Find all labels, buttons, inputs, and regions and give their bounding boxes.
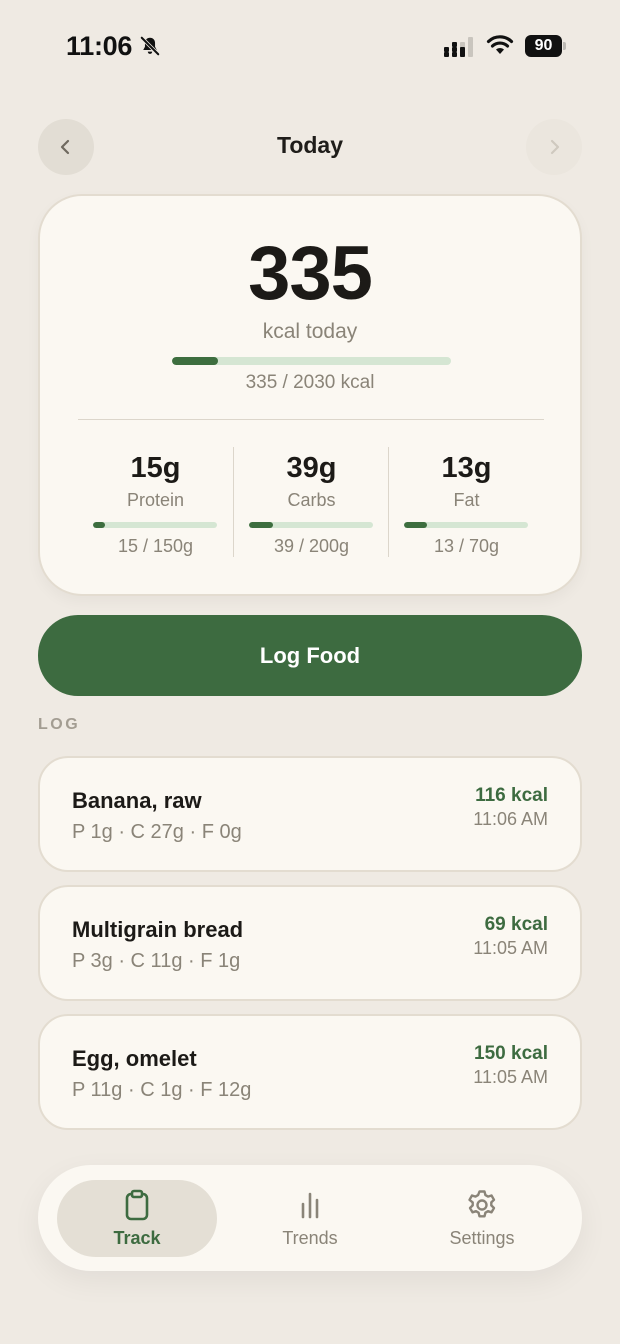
battery-level: 90 [525,35,562,57]
macro-progress-fill [404,522,428,528]
entry-food-name: Banana, raw [72,788,202,813]
previous-day-button[interactable] [38,119,94,175]
macro-progress-fill [249,522,274,528]
cellular-signal-icon [444,37,473,57]
bell-slash-icon [140,36,160,56]
kcal-total: 335 [248,231,373,316]
calorie-summary-card: 335 kcal today 335 / 2030 kcal 15g Prote… [38,194,582,596]
entry-time: 11:05 AM [473,938,548,958]
log-entry[interactable]: Banana, raw P 1g · C 27g · F 0g 116 kcal… [38,756,582,872]
macro-progress-bar [404,522,528,528]
log-entry[interactable]: Egg, omelet P 11g · C 1g · F 12g 150 kca… [38,1014,582,1130]
tab-bar: Track Trends Settings [38,1165,582,1271]
clipboard-icon [125,1189,149,1221]
entry-food-name: Multigrain bread [72,917,244,942]
tab-trends[interactable]: Trends [230,1180,390,1257]
macro-value: 13g [441,452,492,484]
entry-food-name: Egg, omelet [72,1046,197,1071]
kcal-label: kcal today [262,320,358,343]
macro-progress-text: 13 / 70g [433,536,500,556]
battery-cap [563,42,566,50]
macro-value: 15g [130,452,181,484]
macro-fat: 13g Fat 13 / 70g [389,448,544,558]
entry-macros: P 3g · C 11g · F 1g [72,950,241,972]
entry-macros: P 11g · C 1g · F 12g [72,1079,252,1101]
bar-chart-icon [301,1192,319,1219]
kcal-progress-text: 335 / 2030 kcal [245,372,375,393]
chevron-left-icon [60,139,70,155]
status-bar: 11:06 90 [0,0,620,92]
log-food-button[interactable]: Log Food [38,615,582,696]
macro-progress-text: 15 / 150g [117,536,194,556]
tab-label: Trends [282,1228,338,1248]
page-title: Today [276,132,344,158]
tab-settings[interactable]: Settings [402,1180,562,1257]
log-entry[interactable]: Multigrain bread P 3g · C 11g · F 1g 69 … [38,885,582,1001]
macro-value: 39g [286,452,337,484]
wifi-icon [486,35,514,54]
macro-progress-text: 39 / 200g [273,536,350,556]
entry-macros: P 1g · C 27g · F 0g [72,821,242,843]
entry-kcal: 69 kcal [484,914,548,935]
kcal-progress-bar [172,357,451,365]
tab-track[interactable]: Track [57,1180,217,1257]
macro-name: Protein [126,490,185,510]
card-divider [78,419,544,420]
log-section-heading: LOG [38,716,81,733]
gear-icon [468,1190,496,1218]
status-time: 11:06 [66,31,133,61]
macro-name: Carbs [287,490,336,510]
entry-kcal: 116 kcal [475,785,548,806]
battery-indicator: 90 [525,35,566,57]
entry-kcal: 150 kcal [474,1043,548,1064]
macro-progress-fill [93,522,106,528]
tab-label: Track [113,1228,161,1248]
chevron-right-icon [550,139,560,155]
tab-label: Settings [449,1228,515,1248]
entry-time: 11:05 AM [473,1067,548,1087]
next-day-button[interactable] [526,119,582,175]
entry-time: 11:06 AM [473,809,548,829]
macro-progress-bar [93,522,217,528]
kcal-progress-fill [172,357,219,365]
macro-protein: 15g Protein 15 / 150g [78,448,233,558]
macro-carbs: 39g Carbs 39 / 200g [234,448,389,558]
macro-name: Fat [453,490,480,510]
macro-progress-bar [249,522,373,528]
